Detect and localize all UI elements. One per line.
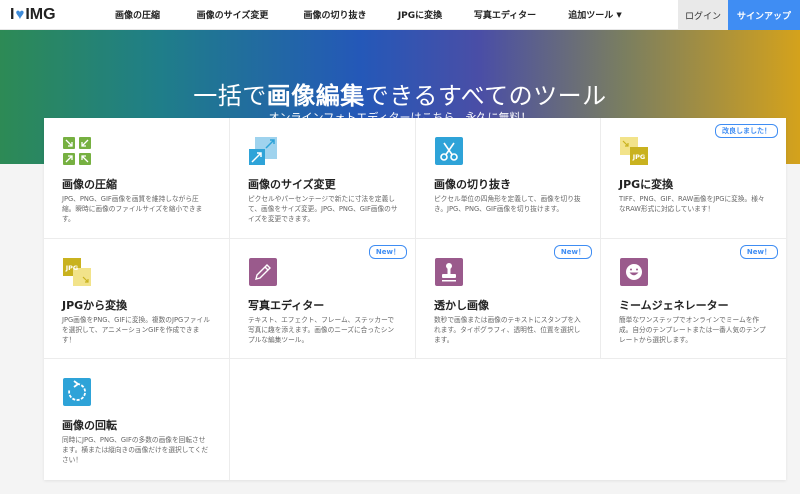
logo-letter: I — [10, 5, 15, 23]
signup-button[interactable]: サインアップ — [728, 0, 800, 30]
new-badge: New！ — [739, 245, 778, 259]
tool-description: テキスト、エフェクト、フレーム、ステッカーで写真に趣を添えます。画像のニーズに合… — [248, 316, 395, 344]
scissors-icon — [435, 137, 463, 165]
hero-title-part: できるすべてのツール — [364, 82, 607, 110]
tool-card-resize[interactable]: 画像のサイズ変更 ピクセルやパーセンテージで新たに寸法を定義して、画像をサイズ変… — [230, 118, 416, 239]
menu-photo-editor[interactable]: 写真エディター — [460, 0, 550, 30]
tool-description: ピクセルやパーセンテージで新たに寸法を定義して、画像をサイズ変更。JPG、PNG… — [248, 195, 398, 223]
login-button[interactable]: ログイン — [678, 0, 728, 30]
smiley-icon — [620, 258, 648, 286]
logo[interactable]: I ♥ IMG — [0, 0, 100, 30]
convert-to-jpg-icon: JPG — [620, 137, 648, 165]
menu-convert-jpg[interactable]: JPGに変換 — [380, 0, 460, 30]
tools-grid: 画像の圧縮 JPG、PNG、GIF画像を画質を維持しながら圧縮。瞬時に画像のファ… — [44, 118, 786, 480]
hero-title-bold: 画像編集 — [266, 82, 365, 110]
compress-icon — [63, 137, 91, 165]
jpg-label: JPG — [65, 264, 79, 272]
tool-title: 画像の切り抜き — [434, 178, 511, 191]
caret-down-icon: ▼ — [616, 10, 622, 19]
tool-card-to-jpg[interactable]: 改良しました！ JPG JPGに変換 TIFF、PNG、GIF、RAW画像をJP… — [601, 118, 786, 239]
tool-description: JPG画像をPNG、GIFに変換。複数のJPGファイルを選択して、アニメーション… — [62, 316, 210, 344]
pencil-icon — [249, 258, 277, 286]
new-badge: New！ — [368, 245, 407, 259]
menu-more-tools-label: 追加ツール — [568, 11, 614, 21]
tool-title: JPGに変換 — [619, 178, 674, 191]
jpg-label: JPG — [632, 153, 646, 161]
tool-title: 画像の圧縮 — [62, 178, 117, 191]
tool-card-rotate[interactable]: 画像の回転 同時にJPG、PNG、GIFの多数の画像を回転させます。横または縦向… — [44, 359, 230, 480]
tool-card-compress[interactable]: 画像の圧縮 JPG、PNG、GIF画像を画質を維持しながら圧縮。瞬時に画像のファ… — [44, 118, 230, 239]
tool-description: 数秒で画像または画像のテキストにスタンプを入れます。タイポグラフィ、透明性、位置… — [434, 316, 581, 344]
menu-compress[interactable]: 画像の圧縮 — [100, 0, 175, 30]
tool-description: TIFF、PNG、GIF、RAW画像をJPGに変換。様々なRAW形式に対応してい… — [619, 195, 765, 213]
tool-title: 写真エディター — [248, 299, 325, 312]
tool-card-watermark[interactable]: New！ 透かし画像 数秒で画像または画像のテキストにスタンプを入れます。タイポ… — [416, 239, 601, 359]
hero-title-part: 一括で — [193, 82, 267, 110]
hero-title: 一括で画像編集できるすべてのツール — [0, 76, 800, 111]
tool-description: JPG、PNG、GIF画像を画質を維持しながら圧縮。瞬時に画像のファイルサイズを… — [62, 195, 203, 223]
tool-title: 画像のサイズ変更 — [248, 178, 336, 191]
menu-resize[interactable]: 画像のサイズ変更 — [175, 0, 290, 30]
new-badge: New！ — [553, 245, 592, 259]
menu-more-tools[interactable]: 追加ツール ▼ — [550, 0, 640, 30]
tool-card-meme[interactable]: New！ ミームジェネレーター 簡単なワンステップでオンラインでミームを作成。自… — [601, 239, 786, 359]
tool-title: ミームジェネレーター — [619, 299, 729, 312]
tool-card-crop[interactable]: 画像の切り抜き ピクセル単位の四角形を定義して、画像を切り抜き。JPG、PNG、… — [416, 118, 601, 239]
tool-description: ピクセル単位の四角形を定義して、画像を切り抜き。JPG、PNG、GIF画像を切り… — [434, 195, 581, 213]
improved-badge: 改良しました！ — [715, 124, 778, 138]
heart-icon: ♥ — [15, 6, 25, 23]
tool-description: 簡単なワンステップでオンラインでミームを作成。自分のテンプレートまたは一番人気の… — [619, 316, 766, 344]
resize-icon — [249, 137, 277, 165]
tool-title: JPGから変換 — [62, 299, 128, 312]
logo-text: IMG — [25, 5, 56, 23]
menu-crop[interactable]: 画像の切り抜き — [290, 0, 380, 30]
main-menu: 画像の圧縮 画像のサイズ変更 画像の切り抜き JPGに変換 写真エディター 追加… — [100, 0, 640, 30]
tool-title: 透かし画像 — [434, 299, 489, 312]
stamp-icon — [435, 258, 463, 286]
tool-title: 画像の回転 — [62, 419, 117, 432]
tool-card-photo-editor[interactable]: New！ 写真エディター テキスト、エフェクト、フレーム、ステッカーで写真に趣を… — [230, 239, 416, 359]
convert-from-jpg-icon: JPG — [63, 258, 91, 286]
top-nav: I ♥ IMG 画像の圧縮 画像のサイズ変更 画像の切り抜き JPGに変換 写真… — [0, 0, 800, 30]
tool-card-from-jpg[interactable]: JPG JPGから変換 JPG画像をPNG、GIFに変換。複数のJPGファイルを… — [44, 239, 230, 359]
rotate-icon — [63, 378, 91, 406]
tool-description: 同時にJPG、PNG、GIFの多数の画像を回転させます。横または縦向きの画像だけ… — [62, 436, 209, 464]
